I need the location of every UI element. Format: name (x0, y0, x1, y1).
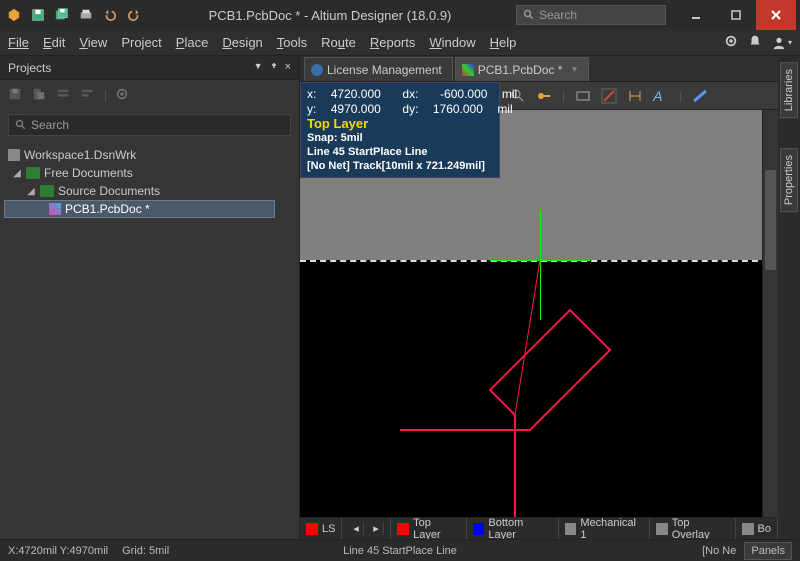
tab-libraries[interactable]: Libraries (780, 62, 798, 118)
layer-ls[interactable]: LS (300, 518, 342, 539)
menu-window[interactable]: Window (429, 35, 475, 50)
layer-top[interactable]: Top Layer (391, 518, 466, 539)
menu-view[interactable]: View (79, 35, 107, 50)
status-xy: X:4720mil Y:4970mil (8, 545, 108, 557)
document-tabs: License Management PCB1.PcbDoc * ▼ (300, 56, 778, 82)
tool-compile-icon[interactable] (32, 87, 48, 103)
bell-icon[interactable] (748, 34, 762, 51)
layer-bottom[interactable]: Bottom Layer (467, 518, 559, 539)
tool-rect-icon[interactable] (575, 88, 591, 104)
projects-header: Projects ▼ × (0, 56, 299, 80)
menu-edit[interactable]: Edit (43, 35, 65, 50)
tool-gear-icon[interactable] (115, 87, 131, 103)
tool-route-icon[interactable] (692, 88, 708, 104)
tab-license[interactable]: License Management (304, 57, 453, 81)
layer-nav[interactable]: ◂▸ (342, 518, 391, 539)
menu-file[interactable]: File (8, 35, 29, 50)
pcb-doc-icon (462, 64, 474, 76)
tree-free-documents[interactable]: ◢ Free Documents (4, 164, 295, 182)
workspace-icon (8, 149, 20, 161)
search-placeholder: Search (539, 8, 577, 22)
heads-up-display: x: 4720.000 dx: -600.000 mil y: 4970.000… (300, 82, 500, 178)
statusbar: X:4720mil Y:4970mil Grid: 5mil Line 45 S… (0, 539, 800, 561)
panels-button[interactable]: Panels (744, 542, 792, 560)
tool-stack1-icon[interactable] (56, 87, 72, 103)
status-net: [No Ne (702, 545, 736, 557)
menu-help[interactable]: Help (490, 35, 517, 50)
projects-toolbar: | (0, 80, 299, 110)
pcb-doc-icon (49, 203, 61, 215)
editor-area: License Management PCB1.PcbDoc * ▼ x: 47… (300, 56, 778, 539)
panel-menu-icon[interactable]: ▼ (254, 61, 263, 75)
menubar: File Edit View Project Place Design Tool… (0, 30, 800, 56)
pin-icon[interactable] (269, 61, 279, 75)
tool-text-icon[interactable]: A (653, 88, 669, 104)
tab-pcb[interactable]: PCB1.PcbDoc * ▼ (455, 57, 590, 81)
expand-icon[interactable]: ◢ (12, 168, 22, 179)
menu-reports[interactable]: Reports (370, 35, 416, 50)
titlebar-toolbar (4, 5, 144, 25)
menu-route[interactable]: Route (321, 35, 356, 50)
layer-tabs: LS ◂▸ Top Layer Bottom Layer Mechanical … (300, 517, 778, 539)
altium-logo-icon[interactable] (4, 5, 24, 25)
layer-top-overlay[interactable]: Top Overlay (650, 518, 735, 539)
expand-icon[interactable]: ◢ (26, 186, 36, 197)
tool-stack2-icon[interactable] (80, 87, 96, 103)
tab-close-icon[interactable]: ▼ (570, 65, 578, 74)
tree-pcb-doc[interactable]: PCB1.PcbDoc * (4, 200, 275, 218)
tab-properties[interactable]: Properties (780, 148, 798, 212)
gear-icon[interactable] (724, 34, 738, 51)
user-icon[interactable]: ▾ (772, 36, 792, 50)
tool-save-icon[interactable] (8, 87, 24, 103)
tool-measure-icon[interactable] (627, 88, 643, 104)
menu-place[interactable]: Place (176, 35, 209, 50)
print-icon[interactable] (76, 5, 96, 25)
menu-design[interactable]: Design (222, 35, 262, 50)
tool-line-icon[interactable] (601, 88, 617, 104)
projects-panel: Projects ▼ × | Search Workspace1.DsnWrk (0, 56, 300, 539)
status-grid: Grid: 5mil (122, 545, 169, 557)
status-mode: Line 45 StartPlace Line (343, 545, 457, 557)
undo-icon[interactable] (100, 5, 120, 25)
minimize-button[interactable] (676, 0, 716, 30)
save-icon[interactable] (28, 5, 48, 25)
titlebar: PCB1.PcbDoc * - Altium Designer (18.0.9)… (0, 0, 800, 30)
home-icon (311, 64, 323, 76)
window-title: PCB1.PcbDoc * - Altium Designer (18.0.9) (144, 8, 516, 23)
projects-search[interactable]: Search (8, 114, 291, 136)
projects-tree: Workspace1.DsnWrk ◢ Free Documents ◢ Sou… (0, 140, 299, 539)
layer-mechanical[interactable]: Mechanical 1 (559, 518, 650, 539)
vertical-scrollbar[interactable] (762, 110, 778, 517)
folder-icon (40, 185, 54, 197)
tool-key-icon[interactable] (536, 88, 552, 104)
menu-project[interactable]: Project (121, 35, 161, 50)
save-all-icon[interactable] (52, 5, 72, 25)
panel-close-icon[interactable]: × (285, 61, 291, 75)
search-icon (523, 9, 535, 21)
folder-icon (26, 167, 40, 179)
menu-tools[interactable]: Tools (277, 35, 307, 50)
scrollbar-thumb[interactable] (765, 170, 776, 270)
right-dock: Libraries Properties (778, 56, 800, 539)
maximize-button[interactable] (716, 0, 756, 30)
window-controls (676, 0, 796, 30)
tree-source-documents[interactable]: ◢ Source Documents (4, 182, 295, 200)
redo-icon[interactable] (124, 5, 144, 25)
tree-workspace[interactable]: Workspace1.DsnWrk (4, 146, 295, 164)
layer-bo[interactable]: Bo (736, 518, 778, 539)
search-icon (15, 119, 27, 131)
close-button[interactable] (756, 0, 796, 30)
titlebar-search[interactable]: Search (516, 5, 666, 25)
projects-title: Projects (8, 61, 51, 75)
editor-toolbar: x: 4720.000 dx: -600.000 mil y: 4970.000… (300, 82, 778, 110)
